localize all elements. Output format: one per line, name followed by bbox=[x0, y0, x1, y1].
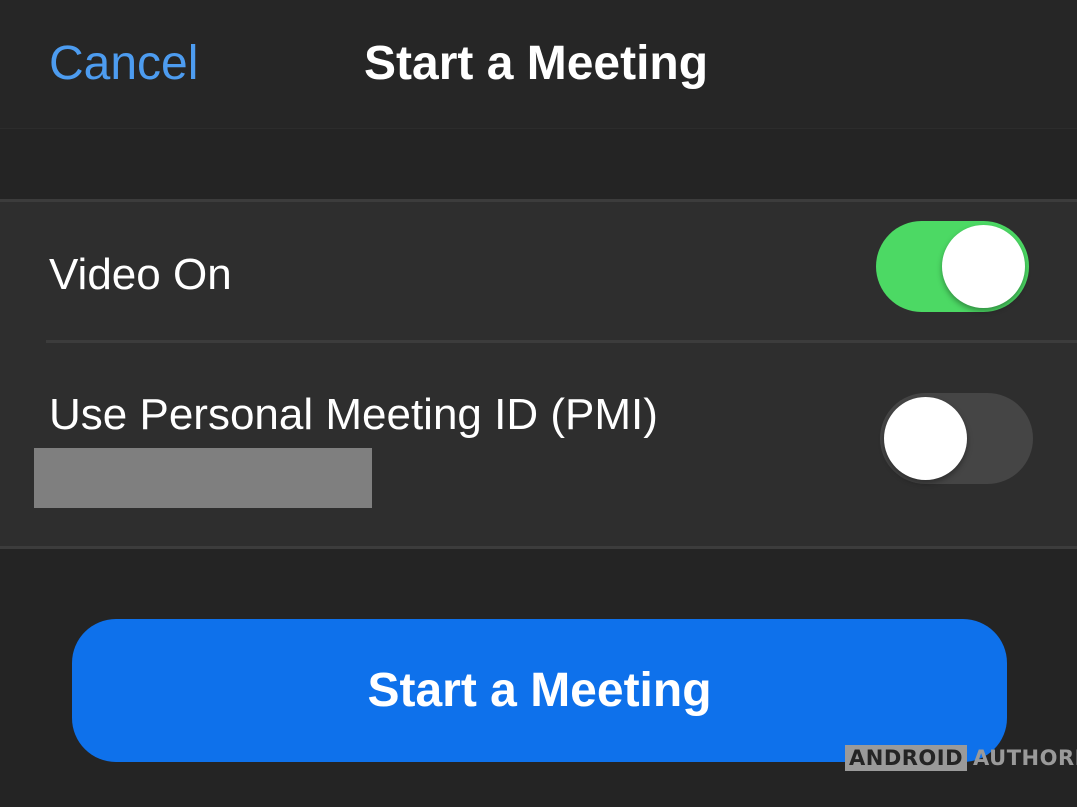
page-title: Start a Meeting bbox=[364, 37, 709, 90]
toggle-knob bbox=[942, 225, 1025, 308]
row-divider bbox=[46, 340, 1077, 343]
video-on-label: Video On bbox=[49, 250, 232, 299]
meeting-settings-group: Video On Use Personal Meeting ID (PMI) bbox=[0, 199, 1077, 549]
watermark-boxed-text: ANDROID bbox=[845, 745, 968, 771]
toggle-knob bbox=[884, 397, 967, 480]
start-meeting-button[interactable]: Start a Meeting bbox=[72, 619, 1007, 762]
watermark-text: AUTHORITY bbox=[973, 746, 1077, 770]
cancel-button[interactable]: Cancel bbox=[49, 36, 198, 92]
start-meeting-button-label: Start a Meeting bbox=[367, 664, 712, 717]
watermark-logo: ANDROID AUTHORITY bbox=[845, 744, 1077, 772]
video-on-toggle[interactable] bbox=[876, 221, 1029, 312]
navigation-bar: Cancel Start a Meeting bbox=[0, 0, 1077, 129]
use-pmi-label: Use Personal Meeting ID (PMI) bbox=[49, 390, 658, 439]
use-pmi-toggle[interactable] bbox=[880, 393, 1033, 484]
redacted-meeting-id bbox=[34, 448, 372, 508]
